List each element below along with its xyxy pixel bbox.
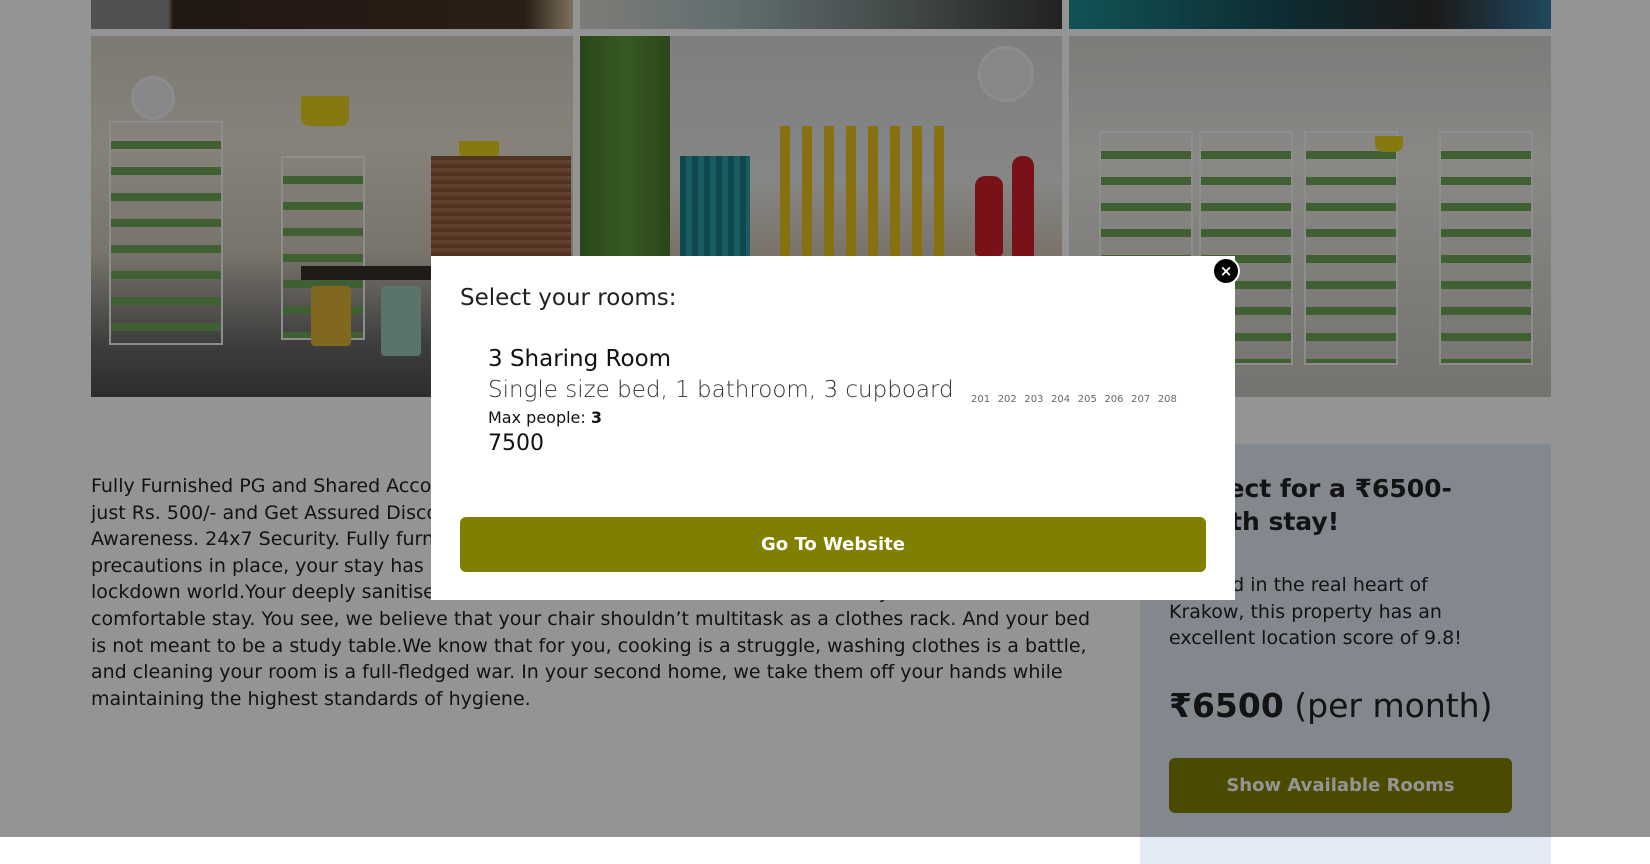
room-number-option[interactable]: 208 bbox=[1158, 394, 1185, 405]
room-number-option[interactable]: 201 bbox=[971, 394, 998, 405]
close-icon[interactable]: × bbox=[1212, 257, 1240, 285]
room-number-option[interactable]: 202 bbox=[998, 394, 1025, 405]
modal-title: Select your rooms: bbox=[460, 285, 677, 311]
room-max-people: Max people: 3 bbox=[488, 408, 602, 427]
max-people-value: 3 bbox=[590, 408, 603, 427]
room-number-option[interactable]: 204 bbox=[1051, 394, 1078, 405]
max-people-label: Max people: bbox=[488, 408, 591, 427]
room-select-modal: Select your rooms: 3 Sharing Room Single… bbox=[431, 256, 1235, 600]
room-number-list: 201 202 203 204 205 206 207 208 bbox=[971, 394, 1185, 405]
room-name: 3 Sharing Room bbox=[488, 346, 672, 372]
room-price: 7500 bbox=[488, 431, 544, 456]
go-to-website-button[interactable]: Go To Website bbox=[460, 517, 1206, 572]
room-description: Single size bed, 1 bathroom, 3 cupboard bbox=[488, 377, 954, 403]
room-number-option[interactable]: 206 bbox=[1104, 394, 1131, 405]
room-number-option[interactable]: 207 bbox=[1131, 394, 1158, 405]
room-number-option[interactable]: 205 bbox=[1078, 394, 1105, 405]
room-number-option[interactable]: 203 bbox=[1024, 394, 1051, 405]
